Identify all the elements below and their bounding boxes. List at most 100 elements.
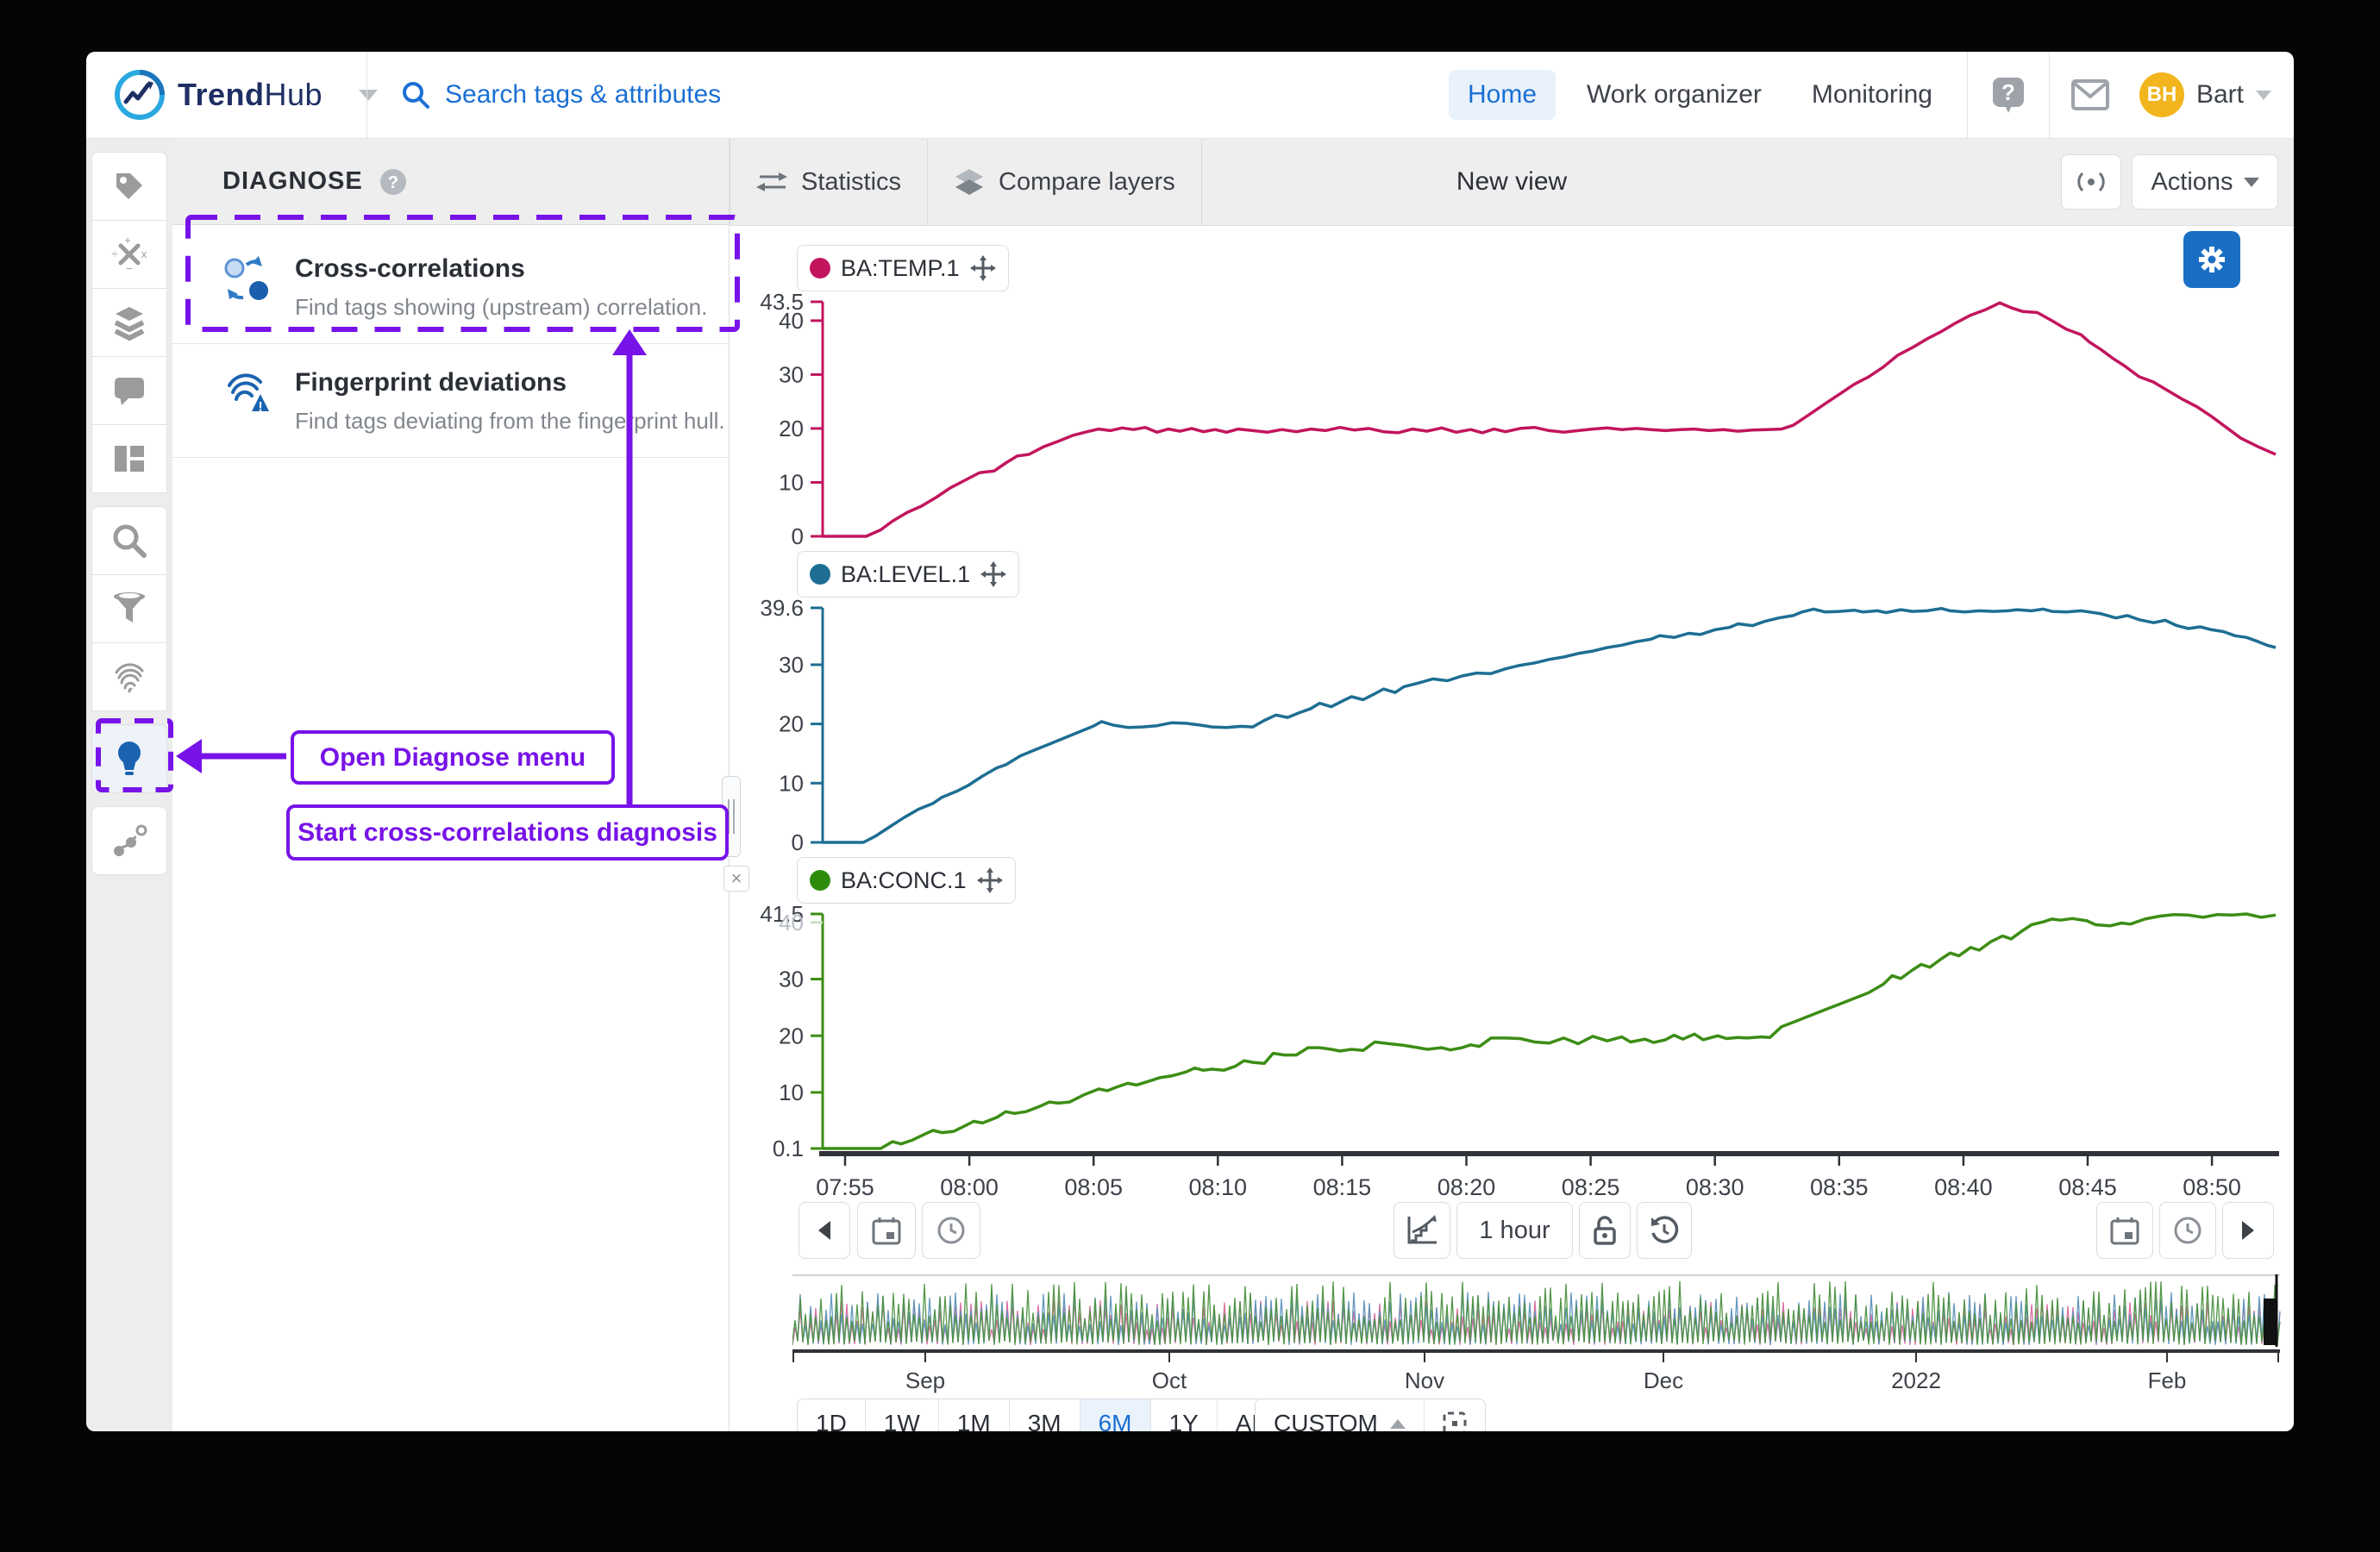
context-overview-strip[interactable] xyxy=(792,1274,2284,1349)
nav-tab-work-organizer[interactable]: Work organizer xyxy=(1568,70,1781,120)
diagnose-item-fingerprint-deviations[interactable]: ! Fingerprint deviations Find tags devia… xyxy=(172,344,729,458)
svg-text:10: 10 xyxy=(779,469,804,495)
svg-text:08:30: 08:30 xyxy=(1686,1174,1744,1200)
panel-close-button[interactable]: × xyxy=(723,866,749,892)
lightbulb-icon xyxy=(112,739,147,779)
svg-text:08:45: 08:45 xyxy=(2058,1174,2117,1200)
sidebar-item-context-items[interactable] xyxy=(91,806,167,875)
logo-block[interactable]: TrendHub xyxy=(86,69,366,121)
gear-icon xyxy=(2195,243,2228,276)
sidebar-item-fingerprint[interactable] xyxy=(91,642,167,711)
calendar-end-button[interactable] xyxy=(2096,1202,2153,1259)
svg-text:10: 10 xyxy=(779,1080,804,1105)
trend-scale-button[interactable] xyxy=(1394,1202,1450,1259)
live-mode-button[interactable] xyxy=(2061,154,2121,210)
sidebar-item-filter[interactable] xyxy=(91,574,167,643)
pan-left-button[interactable] xyxy=(799,1202,850,1259)
series-label: BA:LEVEL.1 xyxy=(841,561,970,588)
custom-range-button[interactable]: CUSTOM xyxy=(1256,1399,1425,1431)
sidebar-item-comments[interactable] xyxy=(91,356,167,425)
help-icon[interactable]: ? xyxy=(379,167,408,197)
svg-text:Feb: Feb xyxy=(2148,1367,2187,1393)
range-1d[interactable]: 1D xyxy=(798,1399,866,1431)
series-label: BA:CONC.1 xyxy=(841,867,967,894)
chart-canvas: BA:TEMP.1 BA:LEVEL.1 BA:CONC.1 xyxy=(730,226,2294,1431)
range-1y[interactable]: 1Y xyxy=(1151,1399,1218,1431)
resolution-button[interactable]: 1 hour xyxy=(1456,1202,1573,1259)
statistics-button[interactable]: Statistics xyxy=(730,139,928,225)
svg-text:39.6: 39.6 xyxy=(760,595,804,621)
sidebar-item-layers[interactable] xyxy=(91,288,167,357)
statistics-icon xyxy=(756,169,787,195)
svg-text:08:05: 08:05 xyxy=(1064,1174,1123,1200)
svg-text:08:50: 08:50 xyxy=(2183,1174,2241,1200)
move-icon[interactable] xyxy=(980,561,1006,587)
custom-caret-up-icon xyxy=(1390,1419,1406,1429)
series-color-dot xyxy=(810,258,830,278)
range-3m[interactable]: 3M xyxy=(1010,1399,1080,1431)
move-icon[interactable] xyxy=(977,867,1003,893)
range-1w[interactable]: 1W xyxy=(866,1399,939,1431)
view-toolbar: Statistics Compare layers New view Actio… xyxy=(730,139,2294,226)
actions-button[interactable]: Actions xyxy=(2132,154,2278,210)
range-1m[interactable]: 1M xyxy=(939,1399,1010,1431)
divider xyxy=(1967,52,1968,138)
actions-caret-icon xyxy=(2244,178,2259,187)
chart-settings-button[interactable] xyxy=(2183,231,2240,288)
svg-text:10: 10 xyxy=(779,770,804,796)
main-view: Statistics Compare layers New view Actio… xyxy=(730,139,2294,1431)
svg-text:08:15: 08:15 xyxy=(1313,1174,1372,1200)
svg-text:30: 30 xyxy=(779,361,804,387)
sidebar-item-diagnose[interactable] xyxy=(91,724,167,793)
svg-text:20: 20 xyxy=(779,416,804,441)
move-icon[interactable] xyxy=(970,255,996,281)
legend-chip-ba-temp-1[interactable]: BA:TEMP.1 xyxy=(797,245,1009,291)
chart-ba-temp-1[interactable]: 43.5403020100 xyxy=(730,286,2282,554)
diagnose-item-cross-correlations[interactable]: Cross-correlations Find tags showing (up… xyxy=(172,225,729,344)
lock-resolution-button[interactable] xyxy=(1579,1202,1631,1259)
svg-text:Sep: Sep xyxy=(905,1367,945,1393)
sidebar-item-search[interactable] xyxy=(91,506,167,575)
svg-text:08:10: 08:10 xyxy=(1189,1174,1248,1200)
help-button[interactable]: ? xyxy=(1971,74,2045,116)
sidebar-item-dashboard[interactable] xyxy=(91,424,167,493)
time-start-button[interactable] xyxy=(922,1202,980,1259)
sidebar-item-calculations[interactable]: +÷x− xyxy=(91,220,167,289)
svg-text:08:25: 08:25 xyxy=(1562,1174,1620,1200)
svg-text:30: 30 xyxy=(779,967,804,992)
nav-tab-home[interactable]: Home xyxy=(1449,70,1556,120)
context-month-axis: SepOctNovDec2022Feb xyxy=(792,1349,2284,1393)
series-color-dot xyxy=(810,564,830,585)
left-icon-rail: +÷x− xyxy=(86,139,172,1431)
chart-ba-conc-1[interactable]: 41.5403020100.1 xyxy=(730,898,2282,1166)
svg-text:20: 20 xyxy=(779,1023,804,1048)
search-bar[interactable]: Search tags & attributes xyxy=(367,79,1449,110)
mail-button[interactable] xyxy=(2053,79,2127,110)
fit-selection-button[interactable] xyxy=(1425,1399,1485,1431)
svg-text:?: ? xyxy=(388,173,398,192)
svg-text:Nov: Nov xyxy=(1405,1367,1444,1393)
sidebar-item-tag[interactable] xyxy=(91,152,167,221)
user-menu[interactable]: BH Bart xyxy=(2127,72,2294,117)
nav-tab-monitoring[interactable]: Monitoring xyxy=(1793,70,1951,120)
svg-text:08:20: 08:20 xyxy=(1437,1174,1496,1200)
logo-text: TrendHub xyxy=(178,77,323,113)
fingerprint-deviation-icon: ! xyxy=(222,368,272,435)
series-label: BA:TEMP.1 xyxy=(841,255,960,282)
time-end-button[interactable] xyxy=(2159,1202,2216,1259)
history-button[interactable] xyxy=(1637,1202,1692,1259)
legend-chip-ba-conc-1[interactable]: BA:CONC.1 xyxy=(797,857,1016,904)
chart-ba-level-1[interactable]: 39.63020100 xyxy=(730,592,2282,860)
divider xyxy=(2049,52,2050,138)
calendar-start-button[interactable] xyxy=(857,1202,916,1259)
pan-right-button[interactable] xyxy=(2222,1202,2274,1259)
range-6m[interactable]: 6M xyxy=(1080,1399,1151,1431)
series-color-dot xyxy=(810,870,830,891)
svg-text:40: 40 xyxy=(779,910,804,936)
app-window: TrendHub Search tags & attributes Home W… xyxy=(86,52,2294,1431)
svg-text:÷: ÷ xyxy=(111,247,117,260)
diagnose-item-title: Cross-correlations xyxy=(295,254,707,284)
search-placeholder: Search tags & attributes xyxy=(445,80,721,110)
legend-chip-ba-level-1[interactable]: BA:LEVEL.1 xyxy=(797,551,1019,598)
compare-layers-button[interactable]: Compare layers xyxy=(928,139,1202,225)
